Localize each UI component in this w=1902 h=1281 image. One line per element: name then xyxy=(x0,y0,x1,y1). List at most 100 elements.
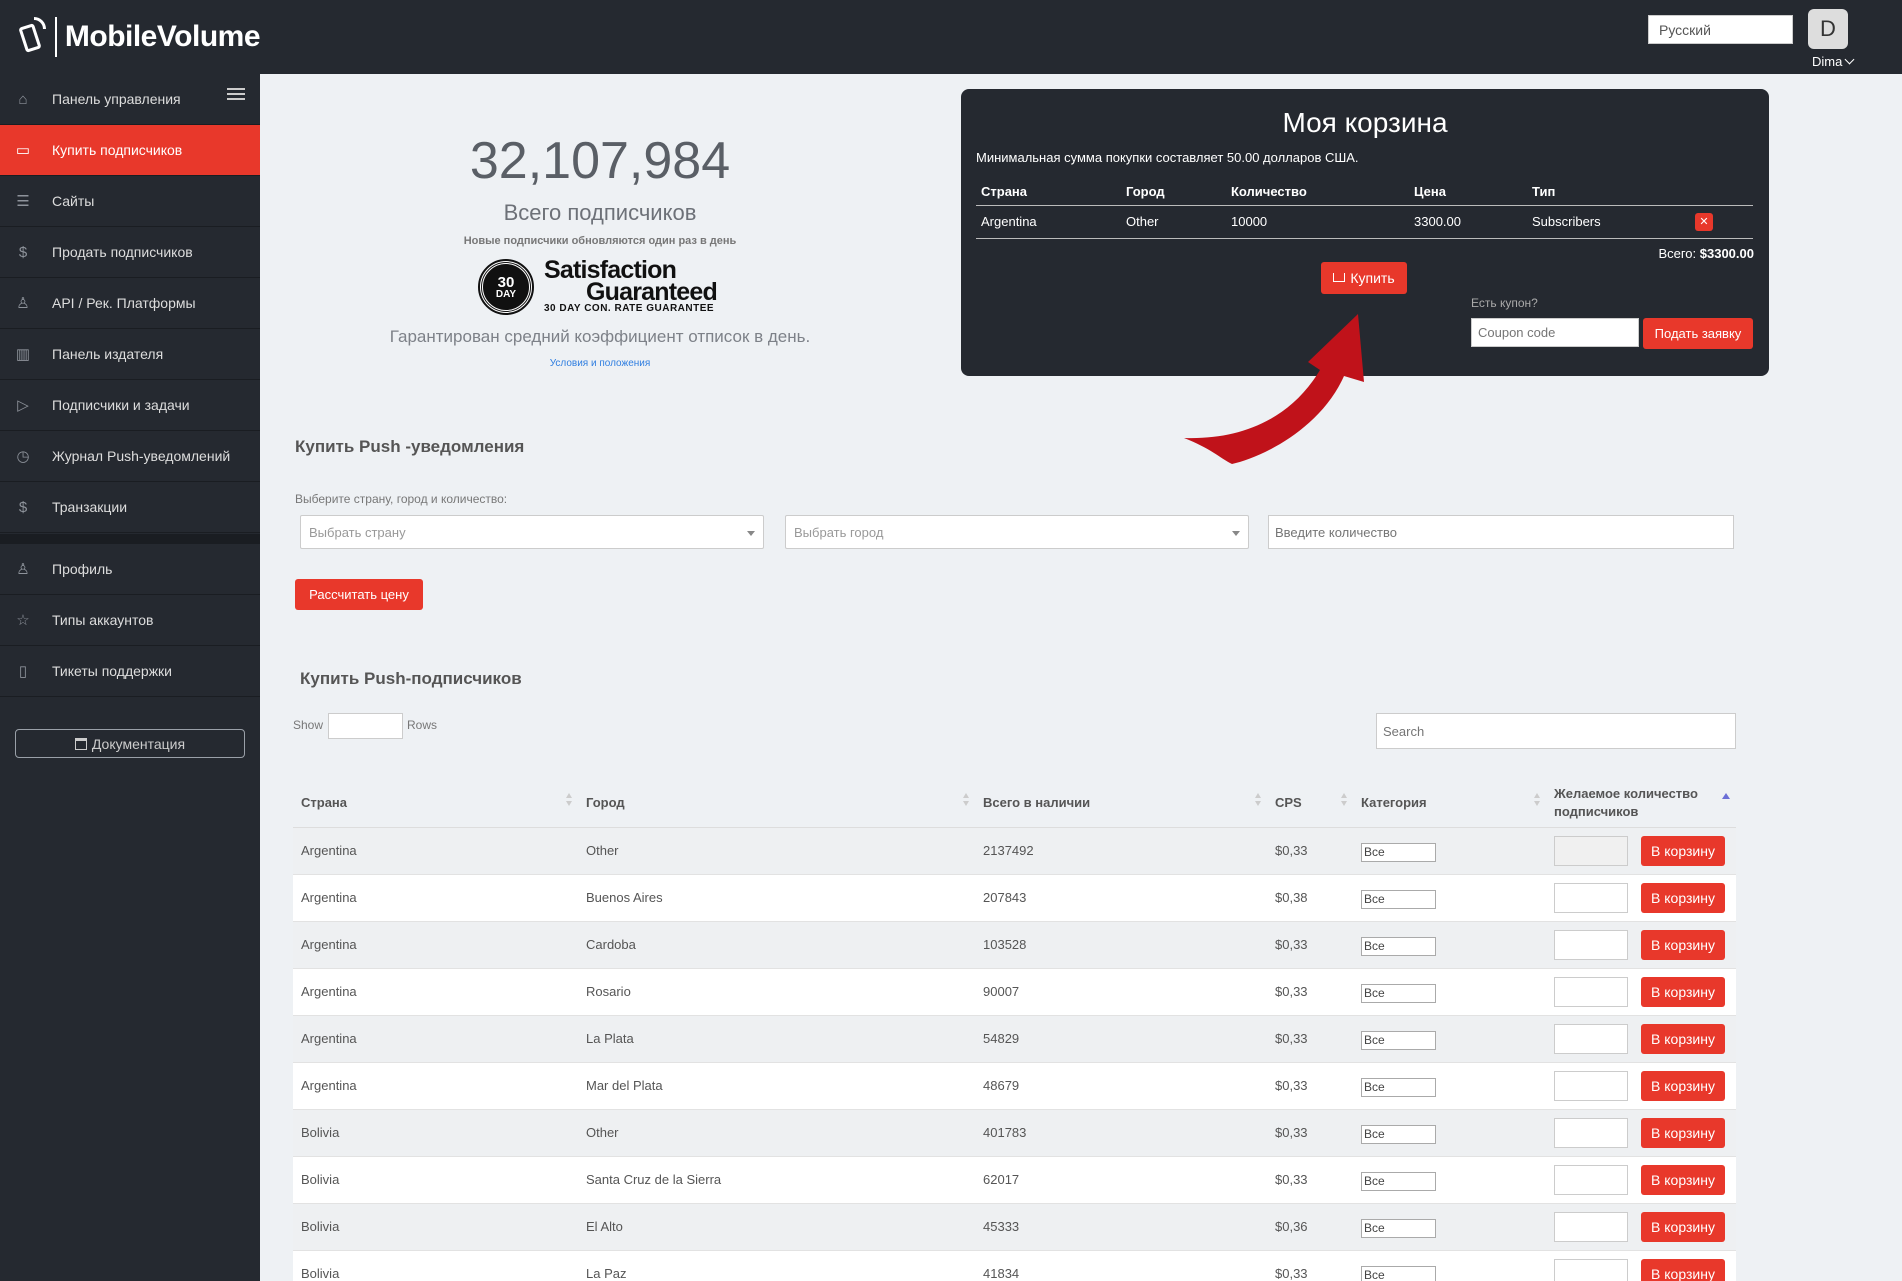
caret-down-icon xyxy=(1232,531,1240,536)
cell-city: Cardoba xyxy=(586,937,636,952)
cell-country: Bolivia xyxy=(301,1219,340,1234)
category-select[interactable]: Все xyxy=(1361,1266,1436,1281)
sidebar-item-9[interactable]: $ Транзакции xyxy=(0,482,260,533)
chevron-down-icon xyxy=(1844,54,1855,65)
sort-icon[interactable] xyxy=(1255,793,1261,807)
sidebar-item-11[interactable]: ☆ Типы аккаунтов xyxy=(0,595,260,646)
sidebar-item-label: API / Рек. Платформы xyxy=(52,295,196,311)
cell-country: Bolivia xyxy=(301,1172,340,1187)
sidebar-item-5[interactable]: ♙ API / Рек. Платформы xyxy=(0,278,260,329)
table-row: Argentina Other 2137492 $0,33 Все В корзину xyxy=(293,828,1736,875)
desired-quantity-input[interactable] xyxy=(1554,836,1628,866)
table-search-input[interactable] xyxy=(1376,713,1736,749)
sidebar-item-1[interactable]: ⌂ Панель управления xyxy=(0,74,260,125)
sidebar-item-7[interactable]: ▷ Подписчики и задачи xyxy=(0,380,260,431)
cell-country: Bolivia xyxy=(301,1266,340,1281)
cell-available: 90007 xyxy=(983,984,1020,999)
sort-icon[interactable] xyxy=(1534,793,1540,807)
sidebar-item-4[interactable]: $ Продать подписчиков xyxy=(0,227,260,278)
desired-quantity-input[interactable] xyxy=(1554,883,1628,913)
desired-quantity-input[interactable] xyxy=(1554,977,1628,1007)
user-menu[interactable]: Dima xyxy=(1812,54,1855,69)
category-select[interactable]: Все xyxy=(1361,984,1436,1003)
category-select[interactable]: Все xyxy=(1361,1125,1436,1144)
cart-col-city: Город xyxy=(1121,177,1226,206)
apply-coupon-button[interactable]: Подать заявку xyxy=(1643,318,1753,349)
col-city[interactable]: Город xyxy=(586,795,625,810)
brand-logo[interactable]: MobileVolume xyxy=(0,0,261,74)
add-to-cart-button[interactable]: В корзину xyxy=(1641,1259,1725,1281)
category-select[interactable]: Все xyxy=(1361,1031,1436,1050)
sidebar-item-6[interactable]: ▥ Панель издателя xyxy=(0,329,260,380)
avatar[interactable]: D xyxy=(1808,9,1848,49)
guarantee-seal-icon: 30 DAY xyxy=(478,259,534,315)
add-to-cart-button[interactable]: В корзину xyxy=(1641,1024,1725,1054)
add-to-cart-button[interactable]: В корзину xyxy=(1641,977,1725,1007)
badge-line-2: Guaranteed xyxy=(586,278,718,306)
dollar-icon: $ xyxy=(18,243,28,261)
cell-available: 62017 xyxy=(983,1172,1020,1187)
subscribers-title: Купить Push-подписчиков xyxy=(300,669,522,688)
desired-quantity-input[interactable] xyxy=(1554,1118,1628,1148)
sidebar-divider xyxy=(0,534,260,544)
calculate-price-button[interactable]: Рассчитать цену xyxy=(295,579,423,610)
category-select[interactable]: Все xyxy=(1361,843,1436,862)
desired-quantity-input[interactable] xyxy=(1554,1212,1628,1242)
cart-min-note: Минимальная сумма покупки составляет 50.… xyxy=(976,150,1359,165)
total-subscribers-label: Всего подписчиков xyxy=(503,200,697,225)
sort-asc-icon[interactable] xyxy=(1722,793,1730,799)
cell-country: Argentina xyxy=(301,1031,357,1046)
cell-city: El Alto xyxy=(586,1219,623,1234)
category-select[interactable]: Все xyxy=(1361,1219,1436,1238)
sidebar-item-label: Журнал Push-уведомлений xyxy=(52,448,231,464)
col-cps[interactable]: CPS xyxy=(1275,795,1302,810)
trash-icon[interactable]: ✕ xyxy=(1695,212,1713,231)
desired-quantity-input[interactable] xyxy=(1554,1071,1628,1101)
quantity-input[interactable] xyxy=(1268,515,1734,549)
category-select[interactable]: Все xyxy=(1361,1172,1436,1191)
sort-icon[interactable] xyxy=(963,793,969,807)
category-select[interactable]: Все xyxy=(1361,1078,1436,1097)
col-country[interactable]: Страна xyxy=(301,795,347,810)
add-to-cart-button[interactable]: В корзину xyxy=(1641,930,1725,960)
sidebar-item-label: Профиль xyxy=(52,561,113,577)
col-category[interactable]: Категория xyxy=(1361,795,1427,810)
add-to-cart-button[interactable]: В корзину xyxy=(1641,883,1725,913)
sidebar-item-2[interactable]: ▭ Купить подписчиков xyxy=(0,125,260,176)
documentation-button[interactable]: Документация xyxy=(15,729,245,758)
rows-count-input[interactable] xyxy=(328,713,403,739)
category-select[interactable]: Все xyxy=(1361,890,1436,909)
sidebar-item-3[interactable]: ☰ Сайты xyxy=(0,176,260,227)
desired-quantity-input[interactable] xyxy=(1554,930,1628,960)
cell-cps: $0,36 xyxy=(1275,1219,1308,1234)
add-to-cart-button[interactable]: В корзину xyxy=(1641,836,1725,866)
add-to-cart-button[interactable]: В корзину xyxy=(1641,1165,1725,1195)
sort-icon[interactable] xyxy=(566,793,572,807)
sidebar: ⌂ Панель управления ▭ Купить подписчиков ☰ Са… xyxy=(0,74,260,1281)
table-row: Argentina La Plata 54829 $0,33 Все В корзину xyxy=(293,1016,1736,1063)
cell-cps: $0,33 xyxy=(1275,843,1308,858)
language-select[interactable] xyxy=(1648,15,1793,44)
sidebar-item-10[interactable]: ♙ Профиль xyxy=(0,544,260,595)
sidebar-item-label: Купить подписчиков xyxy=(52,142,183,158)
flask-icon: ♙ xyxy=(16,295,30,312)
desired-quantity-input[interactable] xyxy=(1554,1165,1628,1195)
country-select[interactable]: Выбрать страну xyxy=(300,515,764,549)
cart-icon xyxy=(1333,272,1346,282)
city-select[interactable]: Выбрать город xyxy=(785,515,1249,549)
sidebar-item-8[interactable]: ◷ Журнал Push-уведомлений xyxy=(0,431,260,482)
col-available[interactable]: Всего в наличии xyxy=(983,795,1090,810)
add-to-cart-button[interactable]: В корзину xyxy=(1641,1071,1725,1101)
terms-link[interactable]: Условия и положения xyxy=(260,358,940,369)
add-to-cart-button[interactable]: В корзину xyxy=(1641,1212,1725,1242)
desired-quantity-input[interactable] xyxy=(1554,1259,1628,1281)
category-select[interactable]: Все xyxy=(1361,937,1436,956)
sidebar-item-12[interactable]: ▯ Тикеты поддержки xyxy=(0,646,260,697)
desired-quantity-input[interactable] xyxy=(1554,1024,1628,1054)
equalizer-icon: ▥ xyxy=(15,346,31,363)
col-desired[interactable]: Желаемое количество подписчиков xyxy=(1554,785,1734,821)
add-to-cart-button[interactable]: В корзину xyxy=(1641,1118,1725,1148)
sort-icon[interactable] xyxy=(1341,793,1347,807)
cell-city: Mar del Plata xyxy=(586,1078,663,1093)
coupon-code-input[interactable] xyxy=(1471,318,1639,347)
